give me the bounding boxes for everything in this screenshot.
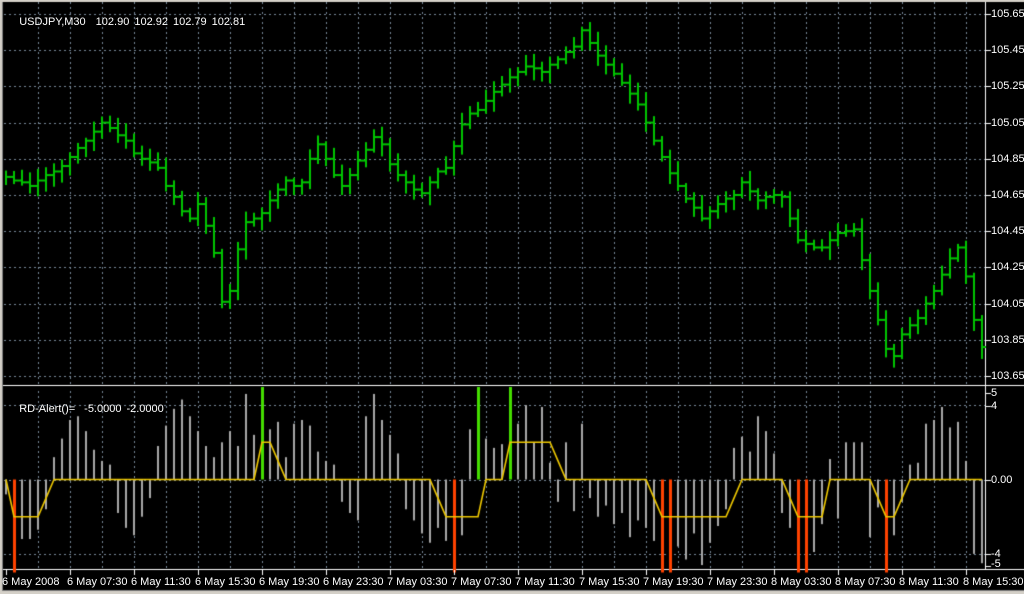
chart-canvas[interactable]	[0, 0, 1024, 594]
time-tick-label: 7 May 19:30	[643, 576, 704, 588]
mt4-chart-window: USDJPY,M30 102.90 102.92 102.79 102.81 RD-Al…	[0, 0, 1024, 594]
time-tick-label: 7 May 15:30	[579, 576, 640, 588]
time-tick-label: 6 May 2008	[2, 576, 59, 588]
indicator-label: RD-Alert()= -5.0000 -2.0000	[7, 391, 169, 427]
price-tick-label: 103.85	[991, 334, 1024, 346]
time-tick-label: 7 May 03:30	[387, 576, 448, 588]
time-tick-label: 8 May 15:30	[963, 576, 1024, 588]
indicator-tick-label: -5	[991, 558, 1001, 570]
price-axis[interactable]: 105.65 105.45 105.25 105.05 104.85 104.65 104.…	[986, 0, 1024, 385]
price-tick-label: 104.25	[991, 261, 1024, 273]
time-tick-label: 7 May 07:30	[451, 576, 512, 588]
indicator-tick-label: 4	[991, 400, 997, 412]
time-tick-label: 7 May 23:30	[707, 576, 768, 588]
indicator-param-2: -2.0000	[126, 403, 163, 415]
time-tick-label: 8 May 07:30	[835, 576, 896, 588]
price-tick-label: 103.65	[991, 370, 1024, 382]
time-axis[interactable]: 6 May 2008 6 May 07:306 May 11:30 6 May 15…	[0, 575, 1024, 591]
quote-low: 102.79	[173, 16, 207, 28]
price-tick-label: 105.45	[991, 44, 1024, 56]
price-tick-label: 105.05	[991, 117, 1024, 129]
time-tick-label: 6 May 15:30	[195, 576, 256, 588]
quote-close: 102.81	[212, 16, 246, 28]
indicator-axis[interactable]: 540.00-4-5	[986, 385, 1024, 570]
price-tick-label: 105.25	[991, 80, 1024, 92]
price-tick-label: 104.45	[991, 225, 1024, 237]
time-tick-label: 7 May 11:30	[515, 576, 575, 588]
time-tick-label: 6 May 07:30	[67, 576, 128, 588]
price-tick-label: 104.85	[991, 153, 1024, 165]
indicator-tick-label: 5	[991, 387, 997, 399]
indicator-tick-label: 0.00	[991, 474, 1012, 486]
time-tick-label: 8 May 11:30	[899, 576, 959, 588]
time-tick-label: 8 May 03:30	[771, 576, 832, 588]
price-tick-label: 104.05	[991, 298, 1024, 310]
chart-title: USDJPY,M30 102.90 102.92 102.79 102.81	[7, 4, 250, 40]
time-tick-label: 6 May 23:30	[323, 576, 384, 588]
indicator-param-1: -5.0000	[84, 403, 121, 415]
time-tick-label: 6 May 19:30	[259, 576, 320, 588]
time-tick-label: 6 May 11:30	[131, 576, 191, 588]
quote-high: 102.92	[134, 16, 168, 28]
price-tick-label: 105.65	[991, 8, 1024, 20]
symbol-period-label: USDJPY,M30	[19, 16, 85, 28]
indicator-name: RD-Alert()=	[19, 403, 75, 415]
price-tick-label: 104.65	[991, 189, 1024, 201]
quote-open: 102.90	[96, 16, 130, 28]
